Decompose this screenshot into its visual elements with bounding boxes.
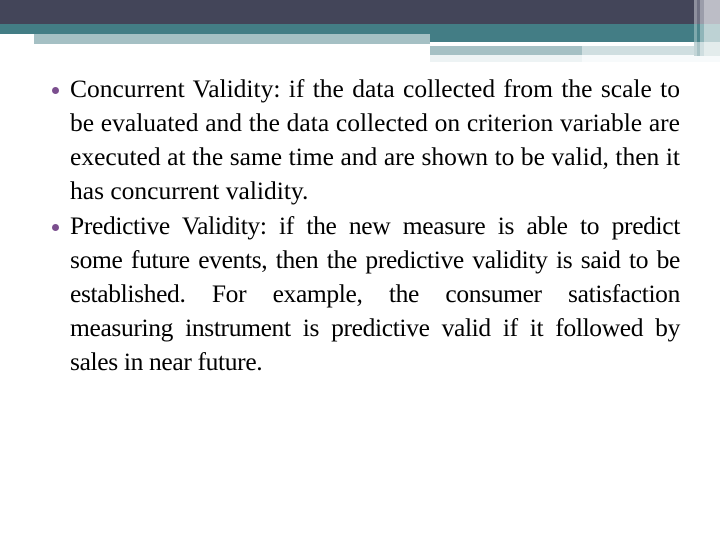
bullet-text-predictive-validity: Predictive Validity: if the new measure … (70, 211, 680, 376)
header-notch-small (0, 34, 34, 44)
bullet-text-concurrent-validity: Concurrent Validity: if the data collect… (70, 74, 680, 205)
bullet-list: Concurrent Validity: if the data collect… (44, 72, 680, 379)
slide-body: Concurrent Validity: if the data collect… (44, 72, 680, 379)
slide-header-decoration (0, 0, 720, 62)
header-band-dark (0, 0, 720, 24)
header-vertical-stripe-8 (704, 24, 720, 42)
header-band-faint-light (582, 55, 720, 62)
header-vertical-stripe-12 (704, 42, 720, 56)
header-band-pale-left (0, 34, 430, 44)
list-item: Predictive Validity: if the new measure … (44, 209, 680, 379)
header-notch-left (0, 44, 430, 62)
slide: Concurrent Validity: if the data collect… (0, 0, 720, 540)
header-vertical-stripe-4 (704, 0, 720, 24)
header-band-teal-right (430, 24, 720, 42)
list-item: Concurrent Validity: if the data collect… (44, 72, 680, 208)
